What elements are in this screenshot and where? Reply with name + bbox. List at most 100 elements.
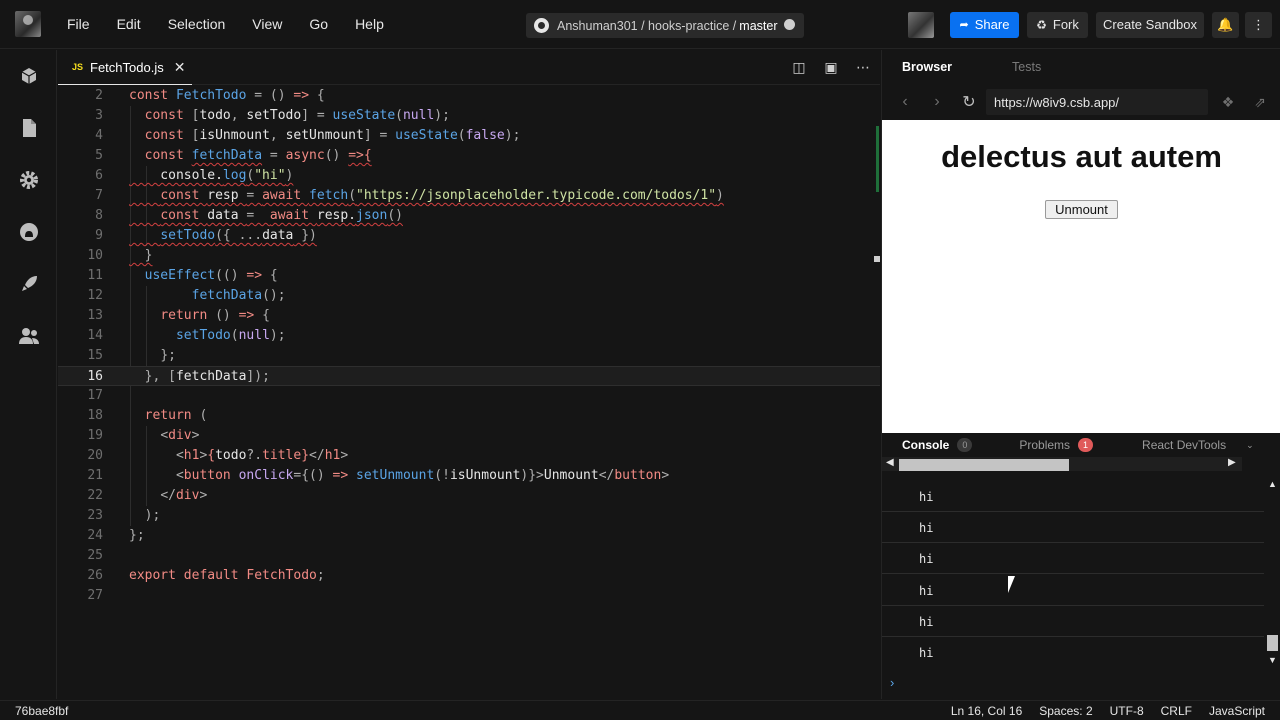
code-line: 19 <div> [87, 428, 200, 443]
ruler-marker [874, 256, 880, 262]
commit-hash[interactable]: 76bae8fbf [15, 704, 68, 718]
vertical-scrollbar[interactable]: ▲ ▼ [1264, 477, 1280, 667]
menu-edit[interactable]: Edit [117, 16, 141, 32]
repo-branch: master [739, 18, 778, 33]
line-ending[interactable]: CRLF [1161, 704, 1192, 718]
share-button[interactable]: ➦ Share [950, 11, 1019, 38]
code-line: 12 fetchData(); [87, 288, 286, 303]
preview-panel: Browser Tests ‹ › ↻ https://w8iv9.csb.ap… [881, 50, 1280, 699]
code-line: 8 const data = await resp.json() [95, 208, 403, 223]
create-sandbox-button[interactable]: Create Sandbox [1096, 11, 1204, 38]
code-line: 27 [87, 588, 103, 603]
code-line: 23 ); [87, 508, 161, 523]
code-line: 14 setTodo(null); [87, 328, 286, 343]
share-label: Share [974, 17, 1010, 32]
deploy-icon[interactable] [18, 273, 40, 295]
code-line: 2 const FetchTodo = () => { [95, 88, 325, 103]
fork-button[interactable]: ♻ Fork [1027, 11, 1088, 38]
editor-scroll-marker [876, 126, 879, 192]
code-line: 13 return () => { [87, 308, 270, 323]
menu-go[interactable]: Go [309, 16, 328, 32]
scroll-up-icon[interactable]: ▲ [1268, 479, 1277, 489]
code-line: 21 <button onClick={() => setUnmount(!is… [87, 468, 670, 483]
tab-browser[interactable]: Browser [902, 60, 952, 74]
activity-bar [0, 50, 57, 699]
close-icon[interactable]: ✕ [174, 59, 186, 76]
code-line: 26 export default FetchTodo; [87, 568, 325, 583]
js-file-icon: JS [72, 62, 84, 72]
repo-path: Anshuman301 / hooks-practice / [557, 18, 737, 33]
code-line: 25 [87, 548, 103, 563]
sandbox-icon[interactable] [18, 65, 40, 87]
code-line: 22 </div> [87, 488, 208, 503]
reload-icon[interactable]: ↻ [960, 92, 978, 112]
devtools-toggle-icon[interactable]: ❖ [1218, 93, 1238, 111]
editor-tab-bar: JS FetchTodo.js ✕ ◫ ▣ ⋯ [58, 50, 880, 85]
files-icon[interactable] [18, 117, 40, 139]
menu-help[interactable]: Help [355, 16, 384, 32]
console-line: hi [882, 575, 1264, 606]
encoding[interactable]: UTF-8 [1110, 704, 1144, 718]
console-output: hi hi hi hi hi hi [882, 481, 1264, 667]
menu-view[interactable]: View [252, 16, 282, 32]
console-label: Console [902, 438, 950, 452]
github-icon [534, 18, 549, 33]
fork-label: Fork [1052, 17, 1079, 32]
repo-link[interactable]: Anshuman301 / hooks-practice / master [526, 13, 804, 38]
console-line: hi [882, 481, 1264, 512]
cursor-position[interactable]: Ln 16, Col 16 [951, 704, 1022, 718]
split-editor-icon[interactable]: ◫ [790, 58, 808, 76]
tab-react-devtools[interactable]: React DevTools [1142, 438, 1226, 452]
horizontal-scrollbar[interactable]: ◀ ▶ [882, 457, 1242, 471]
language-mode[interactable]: JavaScript [1209, 704, 1265, 718]
globe-icon[interactable] [784, 19, 795, 30]
tab-fetchtodo[interactable]: JS FetchTodo.js ✕ [58, 50, 192, 85]
chevron-down-icon[interactable]: ⌄ [1246, 440, 1254, 451]
menu-selection[interactable]: Selection [168, 16, 226, 32]
user-avatar[interactable] [15, 11, 41, 37]
code-line: 20 <h1>{todo?.title}</h1> [87, 448, 349, 463]
bell-icon[interactable]: 🔔 [1212, 11, 1239, 38]
forward-icon[interactable]: › [928, 93, 946, 111]
code-line: 17 [87, 388, 103, 403]
scroll-down-icon[interactable]: ▼ [1268, 655, 1277, 665]
tab-problems[interactable]: Problems 1 [1019, 438, 1094, 452]
code-line: 3 const [todo, setTodo] = useState(null)… [95, 108, 450, 123]
scrollbar-thumb[interactable] [1267, 635, 1278, 651]
tab-console[interactable]: Console 0 [902, 438, 973, 452]
console-prompt[interactable]: › [890, 675, 894, 690]
scroll-left-icon[interactable]: ◀ [886, 457, 894, 468]
indentation[interactable]: Spaces: 2 [1039, 704, 1092, 718]
console-line: hi [882, 606, 1264, 637]
unmount-button[interactable]: Unmount [1045, 200, 1118, 219]
back-icon[interactable]: ‹ [896, 93, 914, 111]
menu-bar: File Edit Selection View Go Help [67, 16, 411, 32]
preview-heading: delectus aut autem [941, 139, 1222, 174]
code-line: 7 const resp = await fetch("https://json… [95, 188, 724, 203]
console-line: hi [882, 543, 1264, 574]
code-line: 11 useEffect(() => { [87, 268, 278, 283]
address-bar[interactable]: https://w8iv9.csb.app/ [986, 89, 1208, 115]
live-icon[interactable] [18, 325, 40, 347]
menu-file[interactable]: File [67, 16, 90, 32]
more-icon[interactable]: ⋮ [1245, 11, 1272, 38]
mouse-cursor-icon [1008, 576, 1022, 593]
more-actions-icon[interactable]: ⋯ [854, 58, 872, 76]
problems-label: Problems [1019, 438, 1071, 452]
code-editor[interactable]: 2 const FetchTodo = () => { 3 const [todo… [58, 86, 880, 699]
code-line: 6 console.log("hi") [95, 168, 294, 183]
open-new-window-icon[interactable]: ⇗ [1250, 93, 1270, 111]
code-line: 9 setTodo({ ...data }) [95, 228, 317, 243]
owner-avatar[interactable] [908, 11, 934, 38]
code-line: 18 return ( [87, 408, 208, 423]
code-line: 24}; [87, 528, 145, 543]
github-icon[interactable] [18, 221, 40, 243]
code-line: 4 const [isUnmount, setUnmount] = useSta… [95, 128, 521, 143]
code-line-active: 16 }, [fetchData]); [58, 366, 880, 386]
scrollbar-thumb[interactable] [899, 459, 1069, 471]
console-count-badge: 0 [957, 438, 973, 452]
scroll-right-icon[interactable]: ▶ [1228, 457, 1236, 468]
tab-tests[interactable]: Tests [1012, 60, 1041, 74]
preview-icon[interactable]: ▣ [822, 58, 840, 76]
settings-icon[interactable] [18, 169, 40, 191]
